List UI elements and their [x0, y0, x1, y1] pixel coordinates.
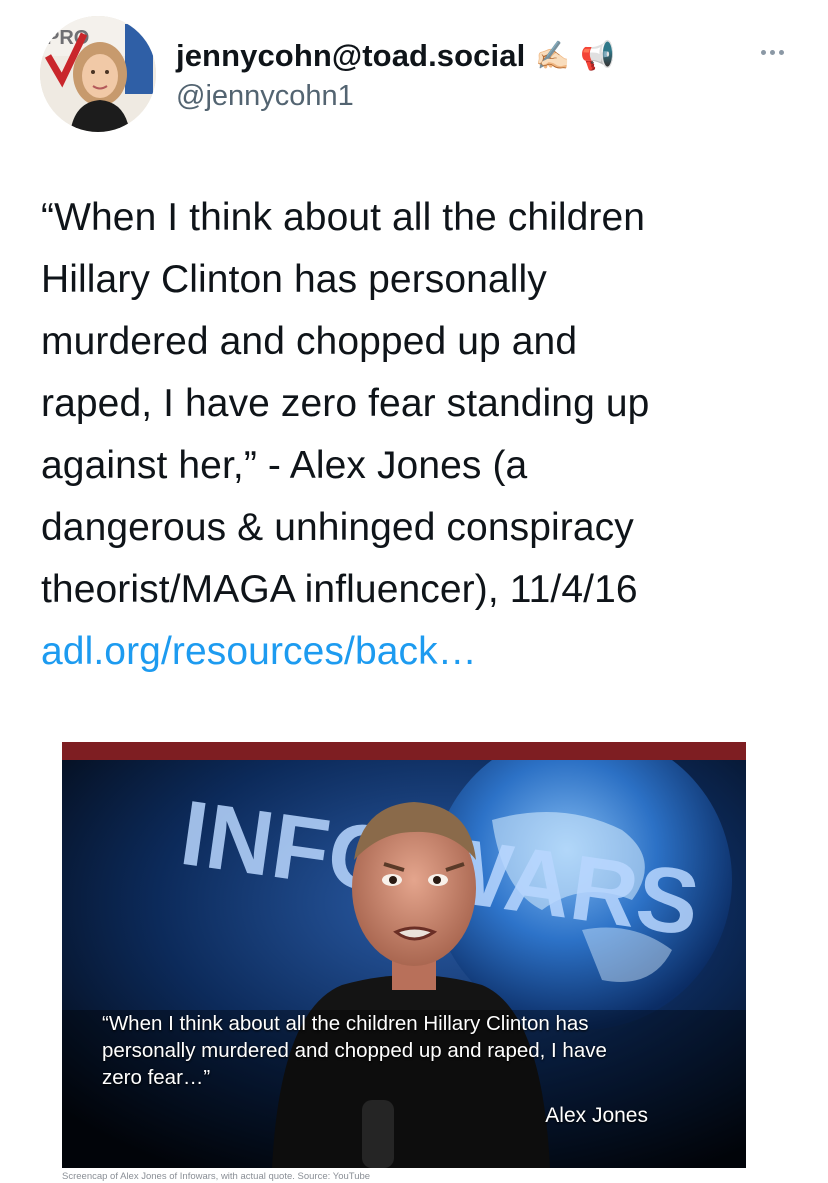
caption-line: personally murdered and chopped up and r… — [102, 1039, 607, 1062]
tweet-text-line: Hillary Clinton has personally — [41, 258, 547, 301]
caption-attribution: Alex Jones — [545, 1104, 648, 1127]
media-caption: “When I think about all the children Hil… — [102, 1010, 722, 1091]
avatar-image: PRO — [40, 16, 156, 132]
tweet-text-line: murdered and chopped up and — [41, 320, 578, 363]
tweet-text-line: raped, I have zero fear standing up — [41, 382, 650, 425]
user-handle[interactable]: @jennycohn1 — [176, 80, 354, 113]
tweet-header: PRO jennycohn@toad.social ✍🏻 📢 @jennycoh… — [0, 0, 828, 150]
tweet-link[interactable]: adl.org/resources/back… — [41, 621, 801, 683]
display-name-row: jennycohn@toad.social ✍🏻 📢 — [176, 36, 615, 76]
tweet-media-image[interactable]: INFO WARS “When I think about all the ch… — [62, 742, 746, 1168]
media-top-bar — [62, 742, 746, 760]
avatar[interactable]: PRO — [40, 16, 156, 132]
tweet-text-line: theorist/MAGA influencer), 11/4/16 — [41, 568, 638, 611]
more-horizontal-icon[interactable] — [752, 40, 792, 64]
caption-line: zero fear…” — [102, 1066, 211, 1089]
tweet-text-line: dangerous & unhinged conspiracy — [41, 506, 634, 549]
caption-line: “When I think about all the children Hil… — [102, 1012, 589, 1035]
tweet-body: “When I think about all the children Hil… — [41, 187, 801, 683]
display-name[interactable]: jennycohn@toad.social — [176, 38, 525, 74]
media-source-note: Screencap of Alex Jones of Infowars, wit… — [62, 1171, 371, 1182]
tweet-text-line: “When I think about all the children — [41, 196, 646, 239]
writing-hand-icon: ✍🏻 — [535, 40, 571, 71]
megaphone-icon: 📢 — [580, 40, 616, 71]
tweet-text-line: against her,” - Alex Jones (a — [41, 444, 528, 487]
